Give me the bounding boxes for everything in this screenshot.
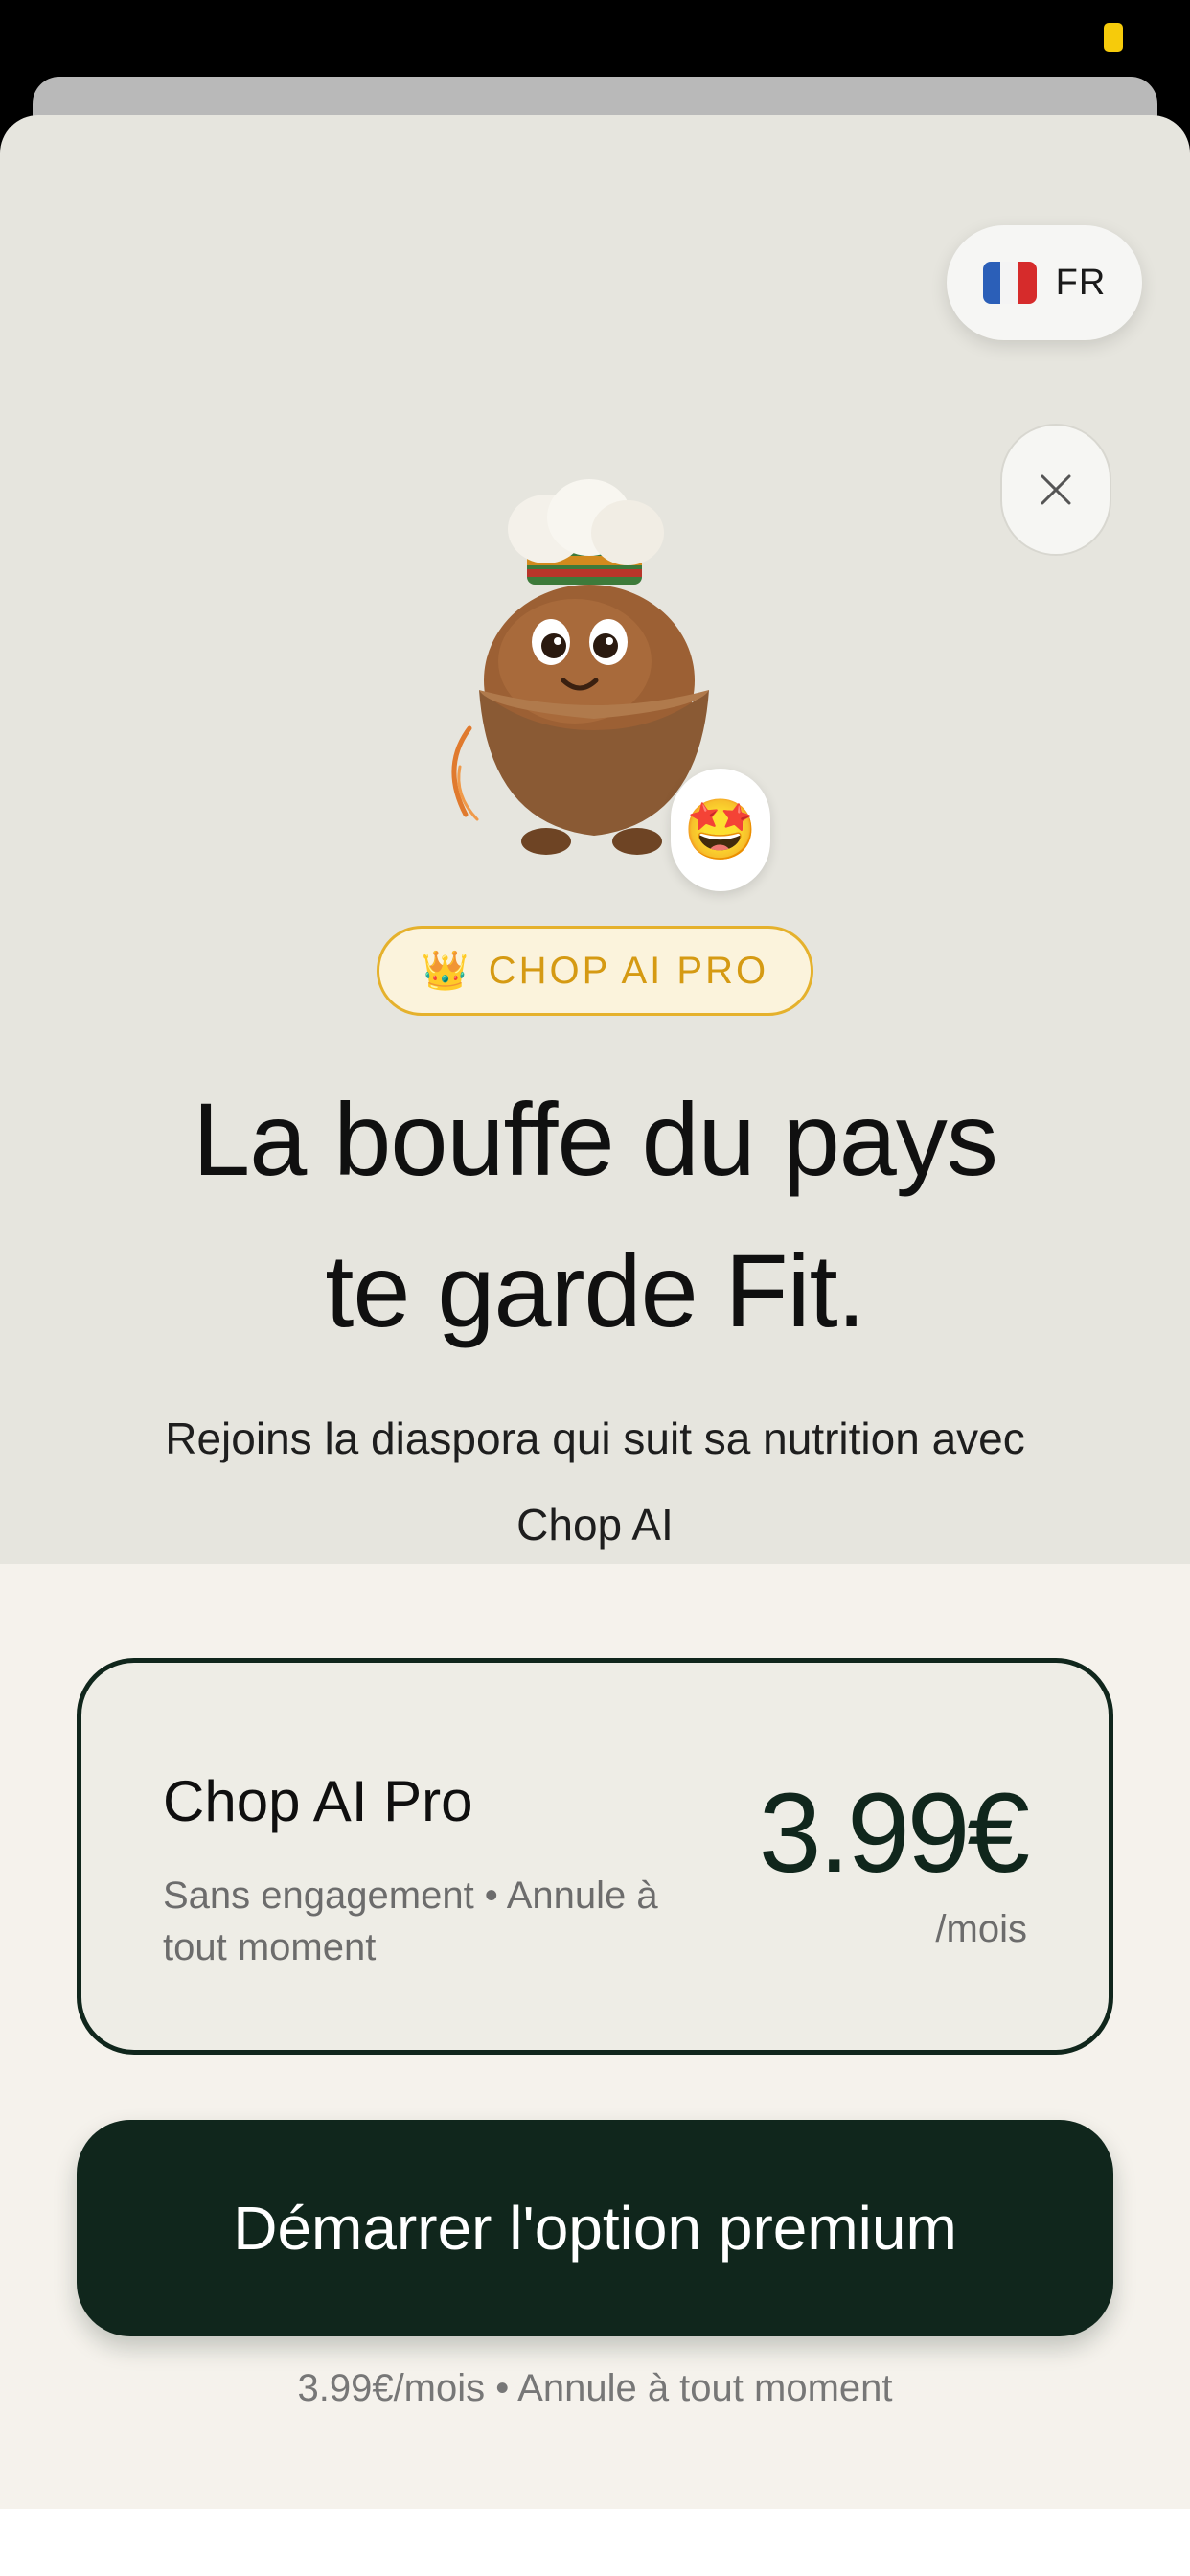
star-eyes-emoji-badge: 🤩 bbox=[671, 769, 770, 891]
status-indicator bbox=[1104, 23, 1123, 52]
plan-period: /mois bbox=[935, 1908, 1027, 1950]
headline: La bouffe du pays te garde Fit. bbox=[77, 1064, 1113, 1367]
start-premium-button[interactable]: Démarrer l'option premium bbox=[77, 2120, 1113, 2336]
language-code: FR bbox=[1055, 262, 1107, 303]
headline-line-2: te garde Fit. bbox=[325, 1232, 865, 1348]
subtitle-line-2: Chop AI bbox=[516, 1500, 674, 1550]
close-button[interactable] bbox=[1000, 424, 1111, 556]
crown-icon: 👑 bbox=[421, 950, 469, 992]
french-flag-icon bbox=[982, 262, 1037, 304]
pricing-footnote: 3.99€/mois • Annule à tout moment bbox=[297, 2367, 893, 2409]
plan-card[interactable]: Chop AI Pro Sans engagement • Annule à t… bbox=[77, 1658, 1113, 2055]
subtitle-line-1: Rejoins la diaspora qui suit sa nutritio… bbox=[165, 1414, 1025, 1463]
bottom-strip bbox=[0, 2509, 1190, 2576]
language-selector[interactable]: FR bbox=[947, 225, 1142, 340]
plan-description: Sans engagement • Annule à tout moment bbox=[163, 1874, 658, 1968]
pro-badge: 👑 CHOP AI PRO bbox=[377, 926, 813, 1016]
subtitle: Rejoins la diaspora qui suit sa nutritio… bbox=[115, 1395, 1075, 1568]
plan-price: 3.99€ bbox=[758, 1770, 1030, 1897]
start-premium-label: Démarrer l'option premium bbox=[233, 2194, 957, 2263]
status-bar bbox=[0, 0, 1190, 77]
close-icon bbox=[1041, 474, 1071, 505]
plan-name: Chop AI Pro bbox=[163, 1769, 473, 1833]
pro-badge-label: CHOP AI PRO bbox=[488, 949, 769, 992]
headline-line-1: La bouffe du pays bbox=[193, 1081, 998, 1197]
